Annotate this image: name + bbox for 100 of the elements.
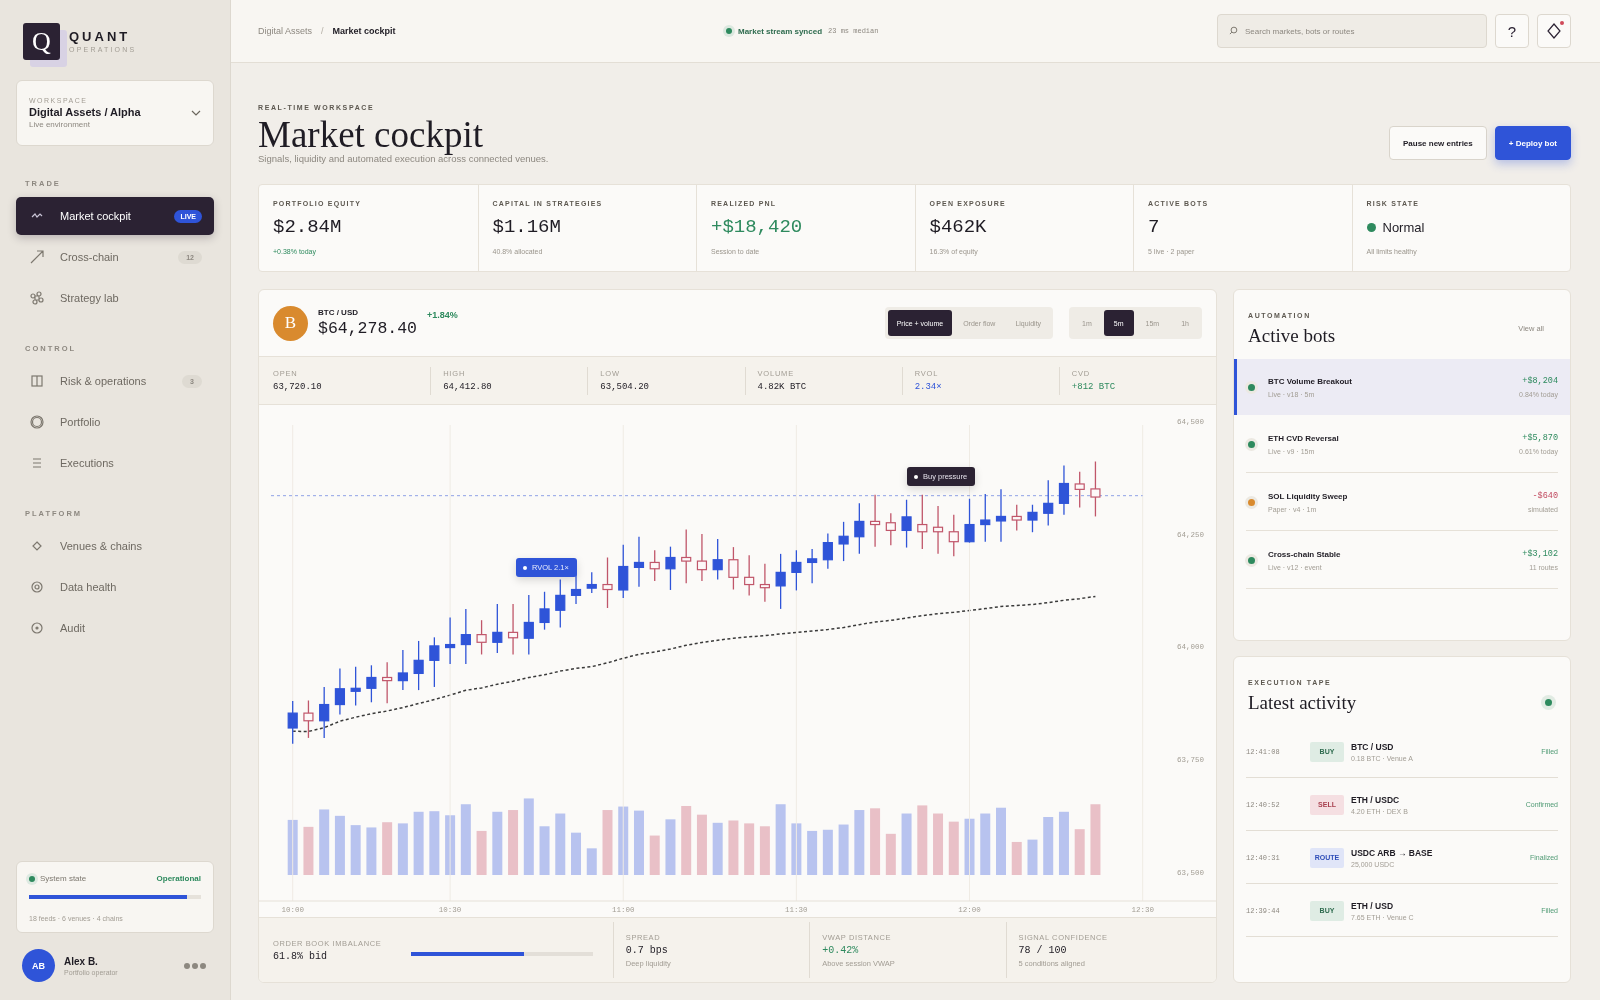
candle xyxy=(901,499,912,549)
candle xyxy=(492,603,503,654)
pause-button[interactable]: Pause new entries xyxy=(1388,126,1487,160)
nav-item[interactable]: Portfolio xyxy=(16,403,214,441)
candle xyxy=(838,521,849,562)
activity-pair: BTC / USD xyxy=(1351,741,1395,752)
bot-pnl: +$3,102 xyxy=(1522,549,1558,559)
ohlc-value: 64,412.80 xyxy=(443,382,493,392)
candle xyxy=(287,700,298,745)
candle xyxy=(1043,479,1054,527)
diamond-icon xyxy=(1547,23,1561,39)
ohlc-value: 4.82K BTC xyxy=(757,382,808,392)
bot-name: BTC Volume Breakout xyxy=(1268,376,1353,386)
price-value: $64,278.40 xyxy=(318,319,418,338)
candle xyxy=(334,667,346,716)
breadcrumb-item[interactable]: Digital Assets xyxy=(258,26,313,36)
more-icon[interactable] xyxy=(184,962,206,969)
search-icon xyxy=(1229,26,1238,35)
candle xyxy=(319,686,330,739)
ohlc-value: 2.34× xyxy=(914,382,943,392)
chevron-down-icon xyxy=(191,110,201,116)
metric-value: 61.8% bid xyxy=(273,950,328,962)
candle xyxy=(681,528,692,584)
stat-value: $1.16M xyxy=(492,216,562,238)
candle xyxy=(555,578,566,629)
page-title: Market cockpit xyxy=(258,117,484,153)
search-field[interactable]: Search markets, bots or routes xyxy=(1217,14,1487,48)
candle xyxy=(303,699,314,739)
candle xyxy=(633,536,645,588)
help-button[interactable]: ? xyxy=(1495,14,1529,48)
metric-value: +0.42% xyxy=(822,944,860,956)
nav-item[interactable]: Data health xyxy=(16,568,214,606)
candle xyxy=(885,512,896,546)
candle xyxy=(523,594,534,656)
arrow-icon xyxy=(30,250,44,264)
ohlc-value: 63,720.10 xyxy=(273,382,323,392)
stat-value: +$18,420 xyxy=(711,216,804,238)
candle xyxy=(602,556,613,609)
bot-pnl: +$8,204 xyxy=(1522,376,1558,386)
candle xyxy=(366,664,377,703)
ohlc-value: +812 BTC xyxy=(1071,382,1117,392)
candle xyxy=(665,546,676,591)
logo-name: QUANT xyxy=(69,29,132,44)
price-change: +1.84% xyxy=(427,310,459,320)
ohlc-value: 63,504.20 xyxy=(600,382,650,392)
nav-item[interactable]: Audit xyxy=(16,609,214,647)
candle xyxy=(759,563,770,603)
nav-item[interactable]: Venues & chains xyxy=(16,527,214,565)
candle xyxy=(995,488,1007,543)
nav-item[interactable]: Strategy lab xyxy=(16,279,214,317)
candle xyxy=(618,544,629,599)
candle xyxy=(932,505,944,555)
candle xyxy=(791,549,802,592)
candle xyxy=(1011,504,1022,532)
candle xyxy=(460,608,471,665)
candle xyxy=(744,554,755,597)
user-name: Alex B. xyxy=(64,955,99,967)
candle xyxy=(696,533,708,582)
pair-label: BTC / USD xyxy=(318,308,359,317)
stat-value: 7 xyxy=(1148,216,1161,238)
candle xyxy=(870,494,881,548)
breadcrumb-item[interactable]: Market cockpit xyxy=(332,26,396,36)
candle xyxy=(476,619,487,656)
candle xyxy=(854,502,865,555)
candle xyxy=(445,616,456,665)
candle xyxy=(1027,504,1038,533)
list-icon xyxy=(30,456,44,470)
deploy-button[interactable]: + Deploy bot xyxy=(1494,126,1571,160)
candle xyxy=(948,514,959,557)
stat-value: $462K xyxy=(929,216,988,238)
user-avatar: AB xyxy=(22,949,55,982)
panel-title: Latest activity xyxy=(1248,692,1357,714)
candle xyxy=(397,649,408,691)
candle xyxy=(917,494,928,550)
notifications-button[interactable] xyxy=(1537,14,1571,48)
breadcrumb-separator: / xyxy=(321,26,324,36)
candle xyxy=(807,548,818,584)
nav-item[interactable]: Executions xyxy=(16,444,214,482)
dot-circle-icon xyxy=(30,621,44,635)
bot-name: Cross-chain Stable xyxy=(1268,549,1342,559)
stat-value: $2.84M xyxy=(273,216,343,238)
candle xyxy=(539,591,550,631)
circle-icon xyxy=(30,415,44,429)
activity-pair: ETH / USDC xyxy=(1351,794,1401,805)
system-state-label: System state xyxy=(40,874,88,883)
coin-avatar: B xyxy=(273,305,308,341)
candle xyxy=(980,493,991,543)
system-status: Operational xyxy=(156,874,201,883)
candle xyxy=(413,640,424,691)
activity-pair: USDC ARB → BASE xyxy=(1351,847,1434,858)
candle xyxy=(728,546,739,591)
bot-name: SOL Liquidity Sweep xyxy=(1268,491,1349,501)
candle xyxy=(507,603,519,656)
candle xyxy=(429,636,440,688)
metric-value: 78 / 100 xyxy=(1018,944,1068,956)
panel-title: Active bots xyxy=(1248,325,1336,347)
candle xyxy=(350,666,361,707)
candle xyxy=(775,553,786,610)
candle xyxy=(822,532,833,570)
candle xyxy=(382,661,393,704)
